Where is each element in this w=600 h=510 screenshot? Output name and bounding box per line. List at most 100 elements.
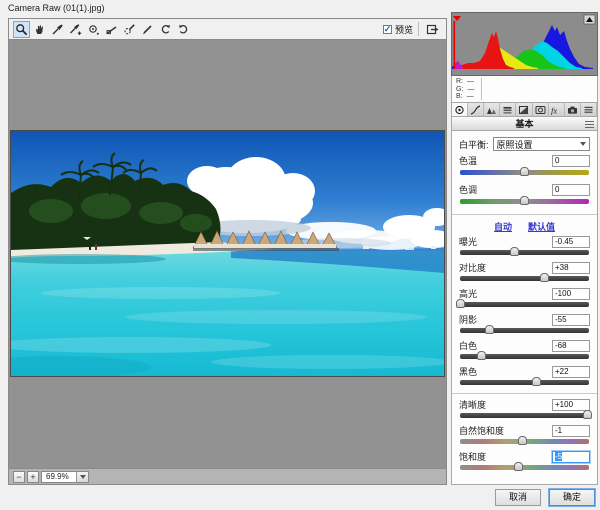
panel-title: 基本 (515, 117, 533, 130)
exposure-value-field[interactable]: -0.45 (552, 236, 590, 248)
tab-basic[interactable] (452, 103, 468, 116)
fullscreen-toggle-button[interactable] (424, 21, 441, 38)
tab-presets[interactable] (581, 103, 597, 116)
straighten-tool-button[interactable] (103, 21, 120, 38)
preview-canvas[interactable] (9, 40, 446, 468)
window-title: Camera Raw (01(1).jpg) (8, 3, 105, 13)
slider-thumb[interactable] (510, 247, 519, 256)
blacks-slider-row: 黑色+22 (459, 365, 590, 390)
tab-split-toning[interactable] (516, 103, 532, 116)
svg-text:fx: fx (551, 105, 557, 115)
slider-thumb[interactable] (485, 325, 494, 334)
chevron-down-icon[interactable] (76, 472, 88, 482)
readout-divider (481, 78, 482, 100)
tint-value-field[interactable]: 0 (552, 184, 590, 196)
highlights-value-field[interactable]: -100 (552, 288, 590, 300)
hand-tool-button[interactable] (31, 21, 48, 38)
curve-icon (470, 105, 481, 115)
checkbox-check-icon: ✓ (383, 25, 392, 34)
basic-panel: 白平衡: 原照设置 色温0 色调0 自动 默认值 曝光-0.45 (451, 131, 598, 485)
zoom-in-button[interactable]: + (27, 471, 39, 483)
preview-label: 预览 (395, 23, 413, 36)
exposure-slider[interactable] (460, 250, 589, 255)
adjustment-brush-tool-button[interactable] (139, 21, 156, 38)
aperture-icon (454, 105, 465, 115)
slider-thumb[interactable] (532, 377, 541, 386)
camera-raw-dialog: Camera Raw (01(1).jpg) (0, 0, 600, 510)
tab-camera-calibration[interactable] (565, 103, 581, 116)
b-label: B: (456, 93, 463, 100)
split-square-icon (518, 105, 529, 115)
whites-value-field[interactable]: -68 (552, 340, 590, 352)
rotate-left-tool-button[interactable] (157, 21, 174, 38)
blacks-value-field[interactable]: +22 (552, 366, 590, 378)
g-value: — (467, 86, 475, 93)
rotate-left-icon (159, 23, 172, 36)
temperature-slider[interactable] (460, 170, 589, 175)
targeted-adjustment-tool-button[interactable] (85, 21, 102, 38)
shadows-slider[interactable] (460, 328, 589, 333)
tool-bar: ✓ 预览 (9, 19, 446, 40)
temperature-slider-row: 色温0 (459, 154, 590, 182)
spot-removal-tool-button[interactable] (121, 21, 138, 38)
contrast-value-field[interactable]: +38 (552, 262, 590, 274)
saturation-value-field[interactable]: -5 (552, 451, 590, 463)
eyedropper-plus-icon (69, 23, 82, 36)
histogram-plot (452, 13, 597, 75)
slider-thumb[interactable] (583, 410, 592, 419)
whites-slider-row: 白色-68 (459, 339, 590, 364)
preview-pane: ✓ 预览 (8, 18, 447, 485)
white-balance-value: 原照设置 (497, 138, 533, 151)
blacks-slider[interactable] (460, 380, 589, 385)
eyedropper-icon (51, 23, 64, 36)
saturation-slider[interactable] (460, 465, 589, 470)
magnifier-icon (15, 23, 28, 36)
vibrance-slider[interactable] (460, 439, 589, 444)
white-balance-select[interactable]: 原照设置 (493, 137, 590, 151)
slider-thumb[interactable] (456, 299, 465, 308)
slider-thumb[interactable] (520, 196, 529, 205)
zoom-level-value: 69.9% (42, 472, 76, 481)
tab-hsl-grayscale[interactable] (500, 103, 516, 116)
slider-thumb[interactable] (477, 351, 486, 360)
slider-thumb[interactable] (514, 462, 523, 471)
ok-button[interactable]: 确定 (549, 489, 595, 506)
divider (452, 393, 597, 394)
r-value: — (467, 78, 475, 85)
lens-icon (535, 105, 546, 115)
contrast-slider[interactable] (460, 276, 589, 281)
zoom-tool-button[interactable] (13, 21, 30, 38)
panel-header: 基本 (451, 117, 598, 131)
slider-thumb[interactable] (540, 273, 549, 282)
fullscreen-icon (426, 23, 439, 36)
zoom-out-button[interactable]: − (13, 471, 25, 483)
highlights-slider[interactable] (460, 302, 589, 307)
auto-link[interactable]: 自动 (494, 220, 512, 233)
hand-icon (33, 23, 46, 36)
vibrance-value-field[interactable]: -1 (552, 425, 590, 437)
slider-thumb[interactable] (518, 436, 527, 445)
clarity-slider[interactable] (460, 413, 589, 418)
tab-effects[interactable]: fx (549, 103, 565, 116)
panel-menu-icon[interactable] (585, 121, 594, 128)
zoom-level-select[interactable]: 69.9% (41, 471, 89, 483)
whites-slider[interactable] (460, 354, 589, 359)
clarity-slider-row: 清晰度+100 (459, 398, 590, 423)
tab-lens-corrections[interactable] (533, 103, 549, 116)
b-value: — (467, 93, 475, 100)
white-balance-tool-button[interactable] (49, 21, 66, 38)
clarity-value-field[interactable]: +100 (552, 399, 590, 411)
preview-checkbox[interactable]: ✓ 预览 (383, 23, 413, 36)
photo-preview (11, 131, 444, 376)
defaults-link[interactable]: 默认值 (528, 220, 555, 233)
cancel-button[interactable]: 取消 (495, 489, 541, 506)
shadows-value-field[interactable]: -55 (552, 314, 590, 326)
slider-thumb[interactable] (520, 167, 529, 176)
rotate-right-tool-button[interactable] (175, 21, 192, 38)
tab-detail[interactable] (484, 103, 500, 116)
color-sampler-tool-button[interactable] (67, 21, 84, 38)
tint-slider[interactable] (460, 199, 589, 204)
tab-tone-curve[interactable] (468, 103, 484, 116)
temperature-value-field[interactable]: 0 (552, 155, 590, 167)
saturation-slider-row: 饱和度-5 (459, 450, 590, 475)
